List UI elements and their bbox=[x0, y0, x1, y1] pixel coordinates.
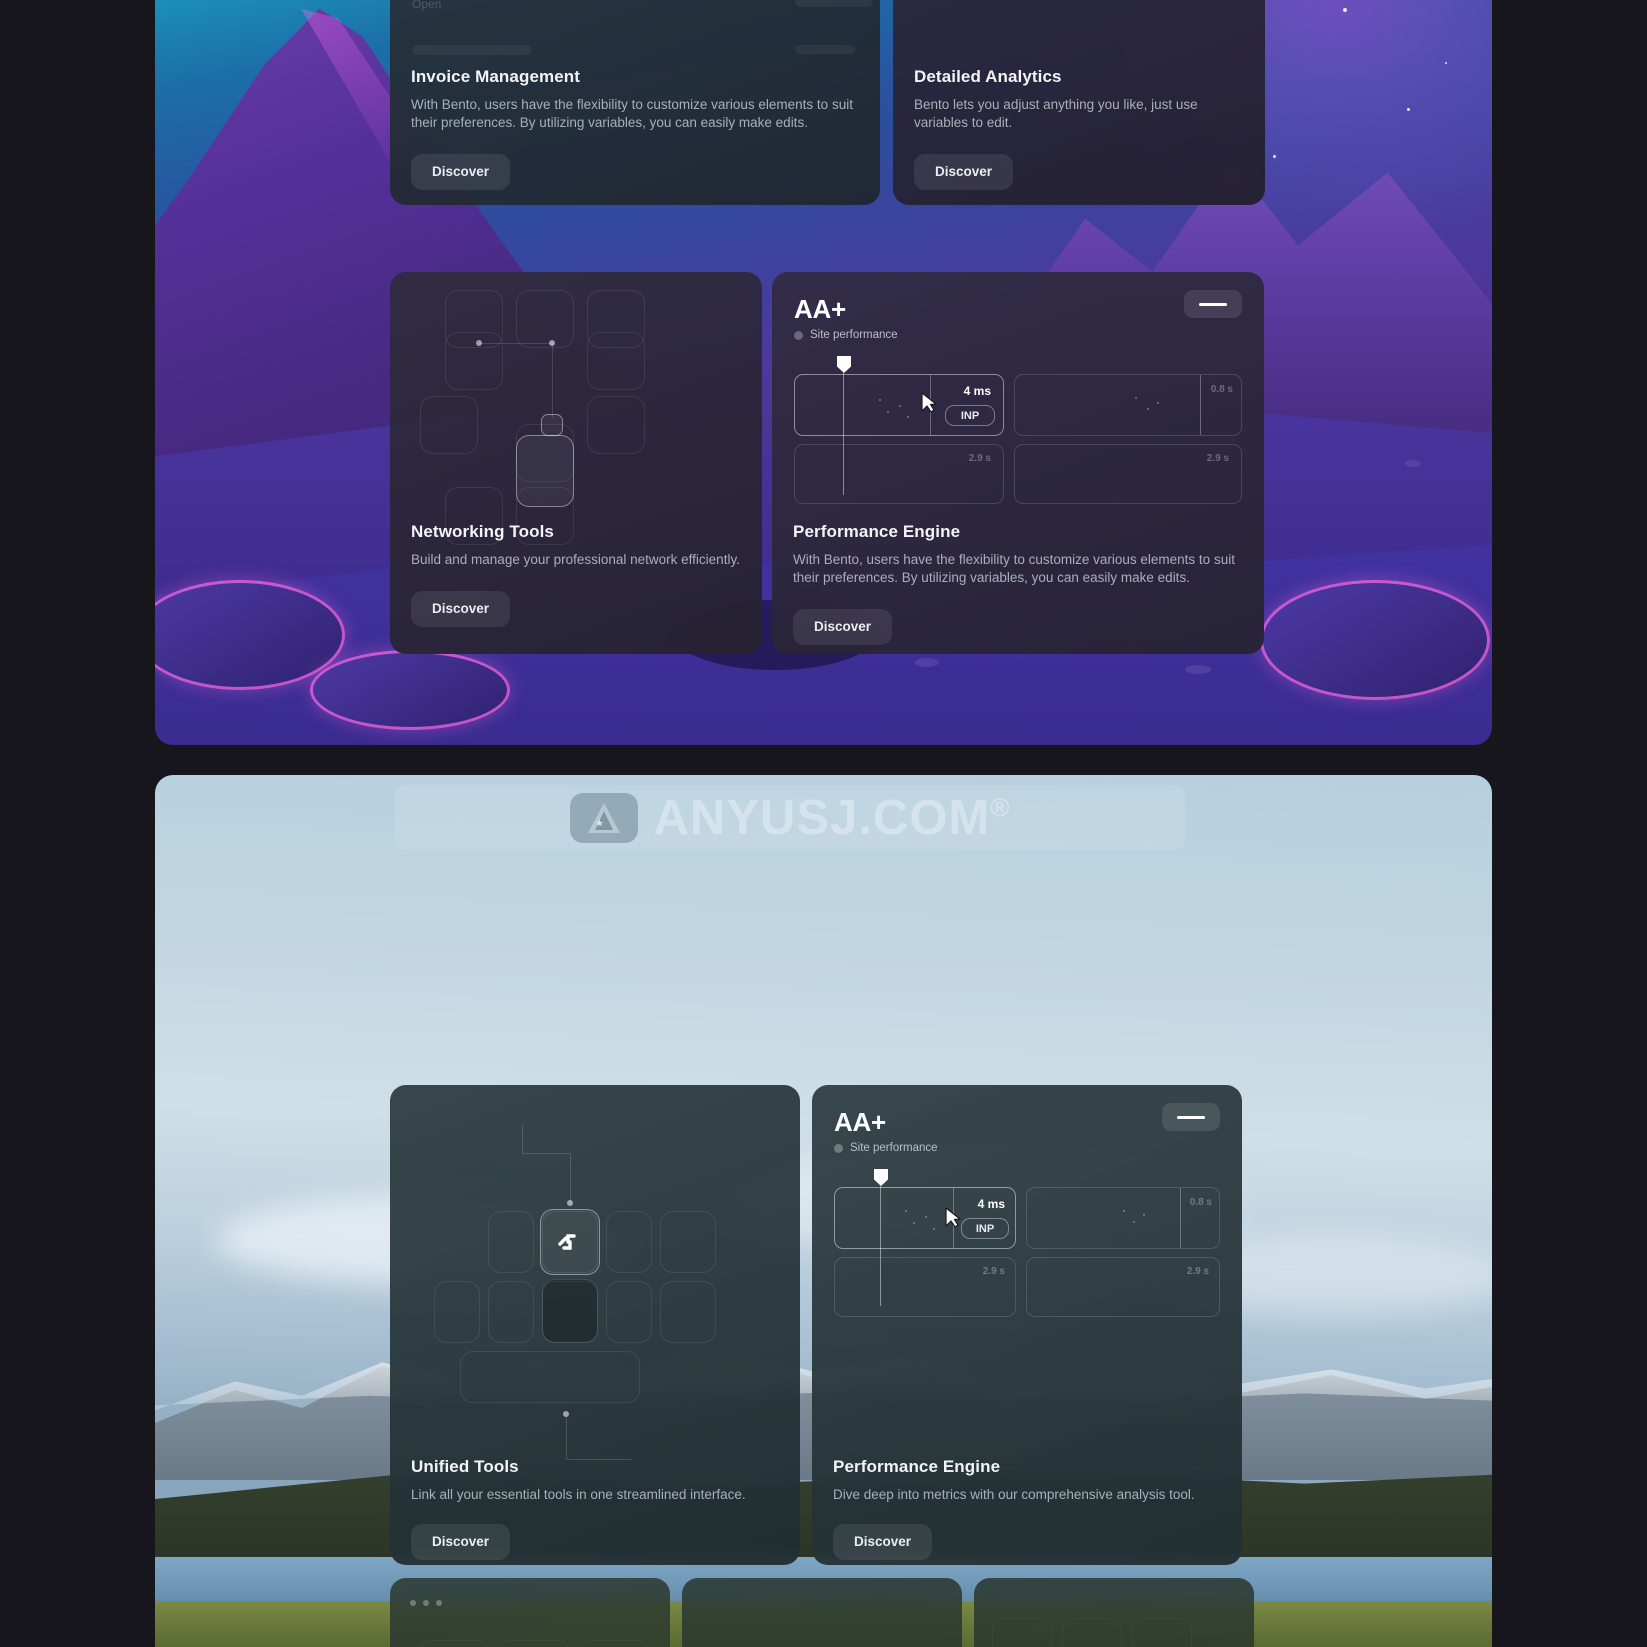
metric-value: 2.9 s bbox=[1186, 1266, 1209, 1277]
discover-button[interactable]: Discover bbox=[833, 1523, 933, 1560]
discover-button[interactable]: Discover bbox=[914, 153, 1014, 190]
connector-icon bbox=[558, 1234, 576, 1250]
watermark-text: ANYUSJ.COM® bbox=[654, 790, 1011, 846]
metric-value: 2.9 s bbox=[982, 1266, 1005, 1277]
discover-button[interactable]: Discover bbox=[411, 590, 511, 627]
minus-icon bbox=[1177, 1115, 1205, 1119]
file-sharing-art bbox=[974, 1578, 1254, 1647]
metric-chip-inp[interactable]: INP bbox=[945, 405, 995, 426]
metric-chip-inp[interactable]: INP bbox=[961, 1218, 1009, 1239]
discover-button[interactable]: Discover bbox=[793, 608, 893, 645]
metric-tile-fcp[interactable]: 2.9 s bbox=[834, 1257, 1016, 1317]
metrics-grid: 4 ms INP 0.8 s 2.9 s 2.9 s bbox=[834, 1169, 1220, 1317]
aa-subtitle-row: Site performance bbox=[834, 1142, 1220, 1154]
pebble bbox=[915, 658, 939, 667]
collapse-button[interactable] bbox=[1162, 1103, 1220, 1131]
card-title: Performance Engine bbox=[793, 522, 961, 541]
aa-subtitle: Site performance bbox=[810, 329, 898, 341]
card-detailed-analytics[interactable]: Detailed Analytics Bento lets you adjust… bbox=[893, 0, 1265, 205]
faint-pill bbox=[795, 0, 873, 7]
minus-icon bbox=[1199, 302, 1227, 306]
pebble bbox=[1185, 665, 1211, 674]
card-faint-open-label: Open bbox=[412, 0, 442, 11]
card-title: Detailed Analytics bbox=[914, 67, 1062, 86]
card-workflow-engine[interactable]: + Workflow Engine bbox=[682, 1578, 962, 1647]
card-description: With Bento, users have the flexibility t… bbox=[411, 97, 853, 130]
pebble bbox=[1405, 460, 1421, 467]
metrics-grid: 4 ms INP 0.8 s 2.9 s 2.9 s bbox=[794, 356, 1242, 504]
status-dot-icon bbox=[794, 330, 803, 340]
card-unified-tools[interactable]: Unified Tools Link all your essential to… bbox=[390, 1085, 800, 1565]
card-description: Build and manage your professional netwo… bbox=[411, 552, 740, 567]
card-performance-engine-night[interactable]: AA+ Site performance 4 ms INP 0.8 s 2.9 … bbox=[772, 272, 1264, 654]
window-dots bbox=[410, 1600, 442, 1606]
watermark-domain: ANYUSJ.COM bbox=[653, 790, 991, 845]
faint-pill bbox=[412, 45, 532, 55]
mouse-cursor-icon bbox=[944, 1207, 962, 1229]
card-description: Dive deep into metrics with our comprehe… bbox=[833, 1487, 1195, 1502]
glow-rock-right bbox=[1260, 580, 1490, 700]
watermark: ANYUSJ.COM® bbox=[395, 785, 1185, 850]
profile-art bbox=[390, 1578, 670, 1647]
discover-button[interactable]: Discover bbox=[411, 153, 511, 190]
metric-tile-inp[interactable]: 4 ms INP bbox=[794, 374, 1004, 436]
timeline-pin-icon bbox=[874, 1169, 888, 1186]
metric-tile-ttfb[interactable]: 2.9 s bbox=[1014, 444, 1242, 504]
metric-value: 2.9 s bbox=[968, 453, 991, 464]
card-performance-engine-day[interactable]: AA+ Site performance 4 ms INP 0.8 s 2.9 … bbox=[812, 1085, 1242, 1565]
metric-tile-ttfb[interactable]: 2.9 s bbox=[1026, 1257, 1220, 1317]
card-description: Bento lets you adjust anything you like,… bbox=[914, 97, 1198, 130]
page-root: Open Invoice Management With Bento, user… bbox=[0, 0, 1647, 1647]
metric-tile-lcp[interactable]: 0.8 s bbox=[1014, 374, 1242, 436]
metric-tile-fcp[interactable]: 2.9 s bbox=[794, 444, 1004, 504]
timeline-pin-icon bbox=[837, 356, 851, 373]
faint-pill bbox=[795, 45, 855, 54]
discover-button[interactable]: Discover bbox=[411, 1523, 511, 1560]
collapse-button[interactable] bbox=[1184, 290, 1242, 318]
window-dot-icon bbox=[423, 1600, 429, 1606]
card-title: Unified Tools bbox=[411, 1457, 519, 1476]
card-networking-tools[interactable]: Networking Tools Build and manage your p… bbox=[390, 272, 762, 654]
card-profile-wizard[interactable]: Profile Wizard bbox=[390, 1578, 670, 1647]
aa-rating-title: AA+ bbox=[794, 294, 846, 324]
metric-tile-lcp[interactable]: 0.8 s bbox=[1026, 1187, 1220, 1249]
card-description: With Bento, users have the flexibility t… bbox=[793, 552, 1235, 585]
metric-value: 2.9 s bbox=[1206, 453, 1229, 464]
aa-performance-widget: AA+ Site performance 4 ms INP 0.8 s 2.9 … bbox=[834, 1103, 1220, 1317]
metric-value: 4 ms bbox=[977, 1197, 1005, 1211]
card-description: Link all your essential tools in one str… bbox=[411, 1487, 746, 1502]
registered-mark: ® bbox=[990, 792, 1011, 823]
metric-value: 4 ms bbox=[963, 384, 991, 398]
window-dot-icon bbox=[436, 1600, 442, 1606]
card-title: Networking Tools bbox=[411, 522, 554, 541]
aa-performance-widget: AA+ Site performance 4 ms INP 0.8 s 2.9 … bbox=[794, 290, 1242, 504]
glow-rock-bottom bbox=[310, 650, 510, 730]
aa-subtitle: Site performance bbox=[850, 1142, 938, 1154]
metric-value: 0.8 s bbox=[1210, 384, 1233, 395]
card-title: Performance Engine bbox=[833, 1457, 1001, 1476]
aa-subtitle-row: Site performance bbox=[794, 329, 1242, 341]
watermark-logo-icon bbox=[569, 792, 638, 843]
metric-value: 0.8 s bbox=[1189, 1197, 1212, 1208]
card-one-click-file-sharing[interactable]: Artur One-Click File Sharing bbox=[974, 1578, 1254, 1647]
metric-tile-inp[interactable]: 4 ms INP bbox=[834, 1187, 1016, 1249]
mouse-cursor-icon bbox=[920, 392, 938, 414]
card-invoice-management[interactable]: Open Invoice Management With Bento, user… bbox=[390, 0, 880, 205]
workflow-art: + bbox=[682, 1578, 962, 1647]
card-title: Invoice Management bbox=[411, 67, 581, 86]
status-dot-icon bbox=[834, 1143, 843, 1153]
window-dot-icon bbox=[410, 1600, 416, 1606]
